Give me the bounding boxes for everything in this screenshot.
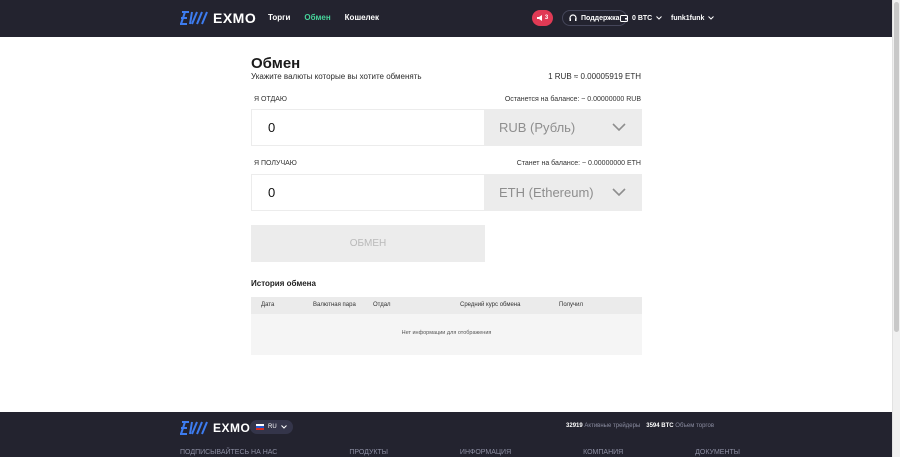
exchange-button[interactable]: ОБМЕН xyxy=(251,225,485,262)
exchange-rate: 1 RUB ≈ 0.00005919 ETH xyxy=(548,72,641,81)
footer-logo-text: EXMO xyxy=(213,421,251,435)
chevron-down-icon xyxy=(612,123,626,131)
col-received[interactable]: Получил xyxy=(559,302,583,308)
footer-link-company[interactable]: Компания xyxy=(583,449,623,456)
receive-amount-input[interactable]: 0 xyxy=(251,174,485,211)
nav-trade[interactable]: Торги xyxy=(268,13,290,22)
footer: EXMO RU 32919 Активные трейдеры 3594 BTC… xyxy=(0,412,892,457)
give-currency-select[interactable]: RUB (Рубль) xyxy=(485,109,642,146)
notifications-button[interactable]: 3 xyxy=(532,10,553,26)
footer-link-docs[interactable]: Документы xyxy=(695,449,740,456)
receive-currency-select[interactable]: ETH (Ethereum) xyxy=(485,174,642,211)
give-amount-input[interactable]: 0 xyxy=(251,109,485,146)
wallet-icon xyxy=(620,14,628,22)
history-table: Дата Валютная пара Отдал Средний курс об… xyxy=(251,297,642,355)
language-select[interactable]: RU xyxy=(250,420,293,434)
russia-flag-icon xyxy=(256,424,264,430)
page-subtitle: Укажите валюты которые вы хотите обменят… xyxy=(251,72,422,81)
col-date[interactable]: Дата xyxy=(261,302,274,308)
history-empty-text: Нет информации для отображения xyxy=(401,330,492,336)
language-value: RU xyxy=(268,424,277,430)
top-navbar: EXMO Торги Обмен Кошелек 3 Поддержка 0 B… xyxy=(0,0,892,37)
headset-icon xyxy=(569,14,577,21)
exmo-logo[interactable]: EXMO xyxy=(180,10,256,26)
receive-balance-note: Станет на балансе: ~ 0.00000000 ETH xyxy=(516,160,641,167)
col-pair[interactable]: Валютная пара xyxy=(313,302,356,308)
give-currency-value: RUB (Рубль) xyxy=(499,120,576,135)
footer-link-info[interactable]: Информация xyxy=(460,449,511,456)
chevron-down-icon xyxy=(656,16,663,20)
username: funk1funk xyxy=(671,14,705,22)
platform-stats: 32919 Активные трейдеры 3594 BTC Объем т… xyxy=(566,423,714,429)
footer-links: Подписывайтесь на нас Продукты Информаци… xyxy=(180,449,740,456)
give-balance-note: Останется на балансе: ~ 0.00000000 RUB xyxy=(504,96,641,103)
main-nav: Торги Обмен Кошелек xyxy=(268,13,379,22)
chevron-down-icon xyxy=(708,16,715,20)
user-menu[interactable]: funk1funk xyxy=(671,10,715,26)
balance-dropdown[interactable]: 0 BTC xyxy=(620,10,663,26)
footer-link-follow[interactable]: Подписывайтесь на нас xyxy=(180,449,277,456)
give-label: Я ОТДАЮ xyxy=(254,96,287,103)
active-traders-label: Активные трейдеры xyxy=(584,423,641,429)
balance-label: 0 BTC xyxy=(632,14,653,22)
exmo-logo-mark-icon xyxy=(180,11,208,25)
scrollbar-thumb[interactable] xyxy=(894,2,899,332)
chevron-down-icon xyxy=(280,425,287,429)
exmo-logo-mark-icon xyxy=(180,421,208,435)
volume-label: Объем торгов xyxy=(675,423,714,429)
history-title: История обмена xyxy=(251,279,316,288)
page-scrollbar[interactable] xyxy=(892,0,900,457)
support-label: Поддержка xyxy=(581,14,620,22)
notifications-count: 3 xyxy=(544,15,549,21)
megaphone-icon xyxy=(536,15,542,21)
footer-logo[interactable]: EXMO xyxy=(180,421,250,435)
col-gave[interactable]: Отдал xyxy=(373,302,391,308)
nav-exchange[interactable]: Обмен xyxy=(304,13,330,22)
volume-value: 3594 BTC xyxy=(646,423,674,429)
support-button[interactable]: Поддержка xyxy=(562,10,627,26)
footer-link-products[interactable]: Продукты xyxy=(349,449,388,456)
chevron-down-icon xyxy=(612,188,626,196)
page-title: Обмен xyxy=(251,55,301,72)
active-traders-value: 32919 xyxy=(566,423,583,429)
receive-currency-value: ETH (Ethereum) xyxy=(499,185,594,200)
nav-wallet[interactable]: Кошелек xyxy=(345,13,379,22)
history-table-header: Дата Валютная пара Отдал Средний курс об… xyxy=(251,297,642,314)
col-avg-rate[interactable]: Средний курс обмена xyxy=(460,302,520,308)
logo-text: EXMO xyxy=(213,10,257,26)
receive-label: Я ПОЛУЧАЮ xyxy=(254,160,297,167)
